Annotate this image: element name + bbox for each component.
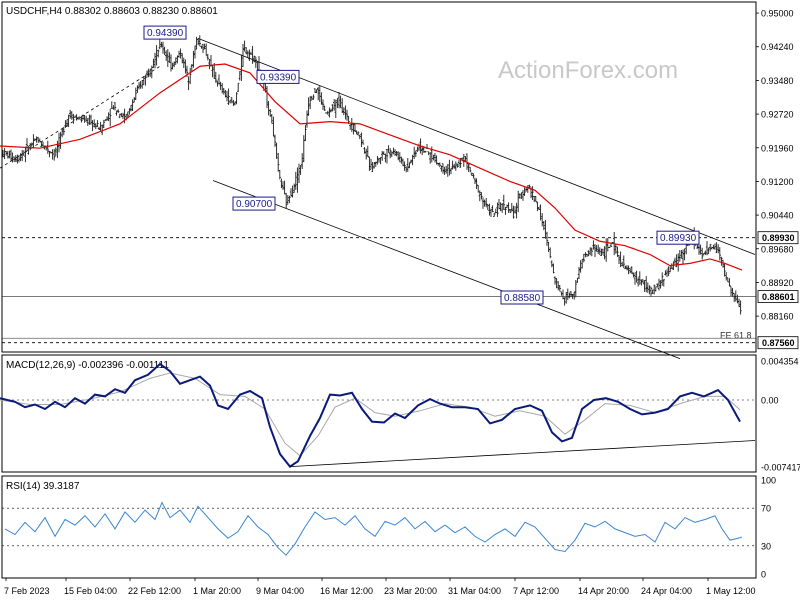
price-tick-label-8: 0.88920 [761, 278, 794, 288]
time-tick-label-11: 1 May 12:00 [706, 586, 756, 596]
time-tick-label-5: 16 Mar 12:00 [320, 586, 373, 596]
time-tick-label-9: 14 Apr 20:00 [578, 586, 629, 596]
price-label-0: 0.94390 [147, 28, 184, 39]
rsi-title: RSI(14) 39.3187 [6, 481, 80, 492]
watermark: ActionForex.com [498, 57, 678, 84]
rsi-tick-label-2: 30 [761, 541, 771, 551]
time-tick-label-7: 31 Mar 04:00 [448, 586, 501, 596]
price-tick-label-3: 0.92720 [761, 110, 794, 120]
price-tick-label-5: 0.91200 [761, 177, 794, 187]
price-tick-label-9: 0.88160 [761, 312, 794, 322]
time-tick-label-3: 1 Mar 20:00 [193, 586, 241, 596]
price-tick-label-7: 0.89680 [761, 244, 794, 254]
macd-tick-label-2: -0.007417 [761, 462, 800, 472]
time-tick-label-6: 23 Mar 20:00 [384, 586, 437, 596]
price-tick-label-6: 0.90440 [761, 211, 794, 221]
time-tick-label-10: 24 Apr 04:00 [641, 586, 692, 596]
price-tick-label-0: 0.95000 [761, 9, 794, 19]
level-label-1: 0.88601 [762, 292, 795, 302]
time-tick-label-0: 7 Feb 2023 [4, 586, 50, 596]
price-label-1: 0.93390 [260, 72, 297, 83]
time-tick-label-1: 15 Feb 04:00 [64, 586, 117, 596]
time-tick-label-2: 22 Feb 12:00 [128, 586, 181, 596]
chart-window: USDCHF,H4 0.88302 0.88603 0.88230 0.8860… [0, 0, 800, 600]
time-tick-label-4: 9 Mar 04:00 [256, 586, 304, 596]
price-tick-label-2: 0.93480 [761, 76, 794, 86]
time-tick-label-8: 7 Apr 12:00 [513, 586, 559, 596]
level-label-0: 0.89930 [762, 233, 795, 243]
price-label-4: 0.89930 [660, 233, 697, 244]
price-tick-label-4: 0.91960 [761, 143, 794, 153]
price-label-2: 0.90700 [236, 199, 273, 210]
fe-annotation: FE 61.8 [720, 331, 752, 341]
macd-tick-label-0: 0.004354 [761, 356, 799, 366]
price-label-3: 0.88580 [504, 293, 541, 304]
macd-title: MACD(12,26,9) -0.002396 -0.001111 [6, 360, 169, 371]
rsi-tick-label-0: 100 [761, 476, 776, 486]
price-tick-label-1: 0.94240 [761, 42, 794, 52]
macd-tick-label-1: 0.00 [761, 396, 779, 406]
chart-title: USDCHF,H4 0.88302 0.88603 0.88230 0.8860… [6, 6, 218, 17]
rsi-tick-label-3: 0 [761, 570, 766, 580]
chart-svg: USDCHF,H4 0.88302 0.88603 0.88230 0.8860… [0, 0, 800, 600]
rsi-tick-label-1: 70 [761, 504, 771, 514]
level-label-2: 0.87560 [762, 338, 795, 348]
